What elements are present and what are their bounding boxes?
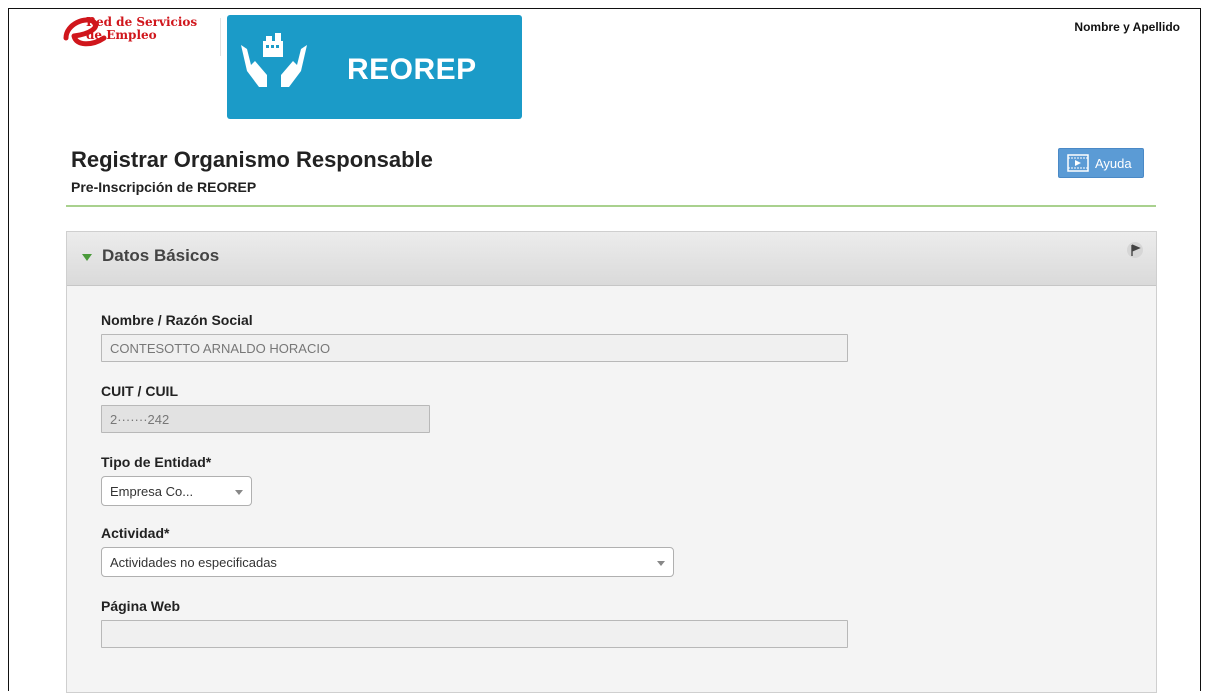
banner-title: REOREP <box>347 53 477 86</box>
help-button[interactable]: Ayuda <box>1058 148 1144 178</box>
panel-header[interactable]: Datos Básicos <box>67 232 1156 286</box>
reorep-banner: REOREP <box>227 15 522 119</box>
panel-title: Datos Básicos <box>102 246 220 265</box>
datos-basicos-panel: Datos Básicos Nombre / Razón Social CUIT… <box>66 231 1157 693</box>
page-subtitle: Pre-Inscripción de REOREP <box>71 179 257 195</box>
actividad-select[interactable]: Actividades no especificadas <box>101 547 674 577</box>
tipo-entidad-select[interactable]: Empresa Co... <box>101 476 252 506</box>
header-divider <box>220 18 221 56</box>
razon-social-label: Nombre / Razón Social <box>101 312 253 328</box>
page-title: Registrar Organismo Responsable <box>71 147 433 172</box>
cuit-label: CUIT / CUIL <box>101 383 178 399</box>
tipo-entidad-value: Empresa Co... <box>110 483 194 499</box>
actividad-label: Actividad* <box>101 525 170 541</box>
actividad-value: Actividades no especificadas <box>110 554 277 570</box>
brand-text: Red de Servicios de Empleo <box>86 15 198 42</box>
tipo-entidad-label: Tipo de Entidad* <box>101 454 212 470</box>
cuit-input[interactable] <box>101 405 430 433</box>
flag-icon[interactable] <box>1126 241 1144 259</box>
help-label: Ayuda <box>1095 155 1132 171</box>
pagina-web-input[interactable] <box>101 620 848 648</box>
razon-social-input[interactable] <box>101 334 848 362</box>
hands-building-icon <box>241 33 307 87</box>
video-play-icon <box>1067 154 1089 172</box>
pagina-web-label: Página Web <box>101 598 181 614</box>
user-name[interactable]: Nombre y Apellido <box>1040 20 1180 34</box>
collapse-caret-icon[interactable] <box>82 254 92 261</box>
chevron-down-icon <box>657 561 665 566</box>
chevron-down-icon <box>235 490 243 495</box>
red-servicios-empleo-logo[interactable]: Red de Servicios de Empleo <box>60 16 220 50</box>
title-divider <box>66 205 1156 207</box>
